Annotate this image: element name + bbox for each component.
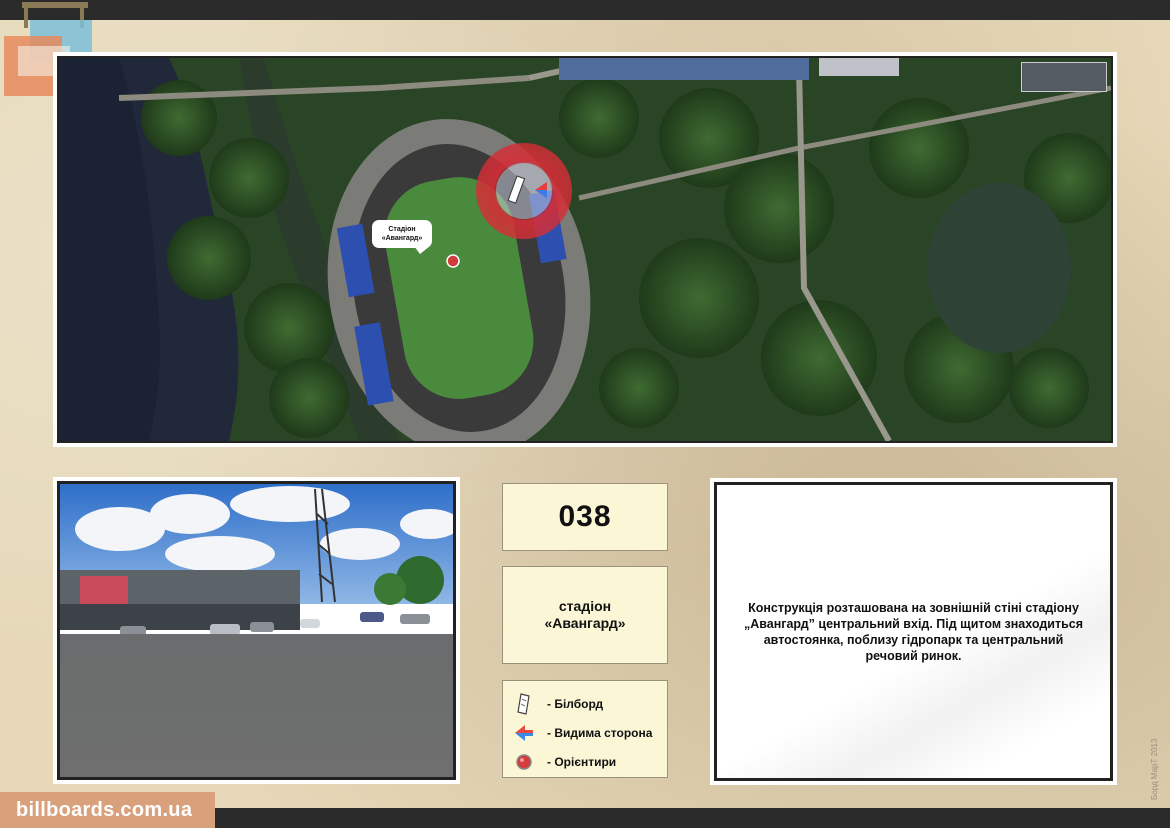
description-panel: Конструкція розташована на зовнішній сті… (714, 482, 1113, 781)
legend-label-landmarks: - Орієнтири (547, 754, 617, 769)
billboard-icon (513, 692, 535, 715)
landmark-dot-icon (513, 751, 535, 773)
site-brand-bar[interactable]: billboards.com.ua (0, 792, 215, 828)
site-url[interactable]: billboards.com.ua (16, 799, 192, 822)
map-corner-label (1021, 62, 1107, 92)
billboard-id: 038 (558, 500, 612, 533)
location-name-box: стадіон «Авангард» (502, 566, 668, 664)
landmark-callout: Стадіон «Авангард» (372, 220, 432, 254)
description-text: Конструкція розташована на зовнішній сті… (743, 600, 1084, 663)
legend-label-billboard: - Білборд (547, 696, 604, 711)
legend-item-billboard: - Білборд (513, 689, 667, 718)
visible-side-arrow-icon (513, 722, 535, 744)
legend-item-landmarks: - Орієнтири (513, 747, 667, 776)
top-bar (0, 0, 1170, 20)
location-name-line2: «Авангард» (544, 615, 626, 631)
landmark-label-line2: «Авангард» (381, 235, 423, 242)
site-photo-frame (53, 477, 460, 784)
description-frame: Конструкція розташована на зовнішній сті… (710, 478, 1117, 785)
landmark-dot-icon (446, 254, 460, 268)
billboard-id-box: 038 (502, 483, 668, 551)
landmark-label-line1: Стадіон (388, 226, 416, 233)
site-photo[interactable] (57, 481, 456, 780)
legend-item-visible-side: - Видима сторона (513, 718, 667, 747)
map-legend: - Білборд - Видима сторона - Орієнтири (502, 680, 668, 778)
satellite-map-frame: Стадіон «Авангард» (53, 52, 1117, 447)
legend-label-visible-side: - Видима сторона (547, 725, 653, 740)
location-name-line1: стадіон (558, 598, 612, 614)
copyright-text: Борд МарТ 2013 (1150, 738, 1159, 800)
satellite-map[interactable]: Стадіон «Авангард» (57, 56, 1113, 443)
